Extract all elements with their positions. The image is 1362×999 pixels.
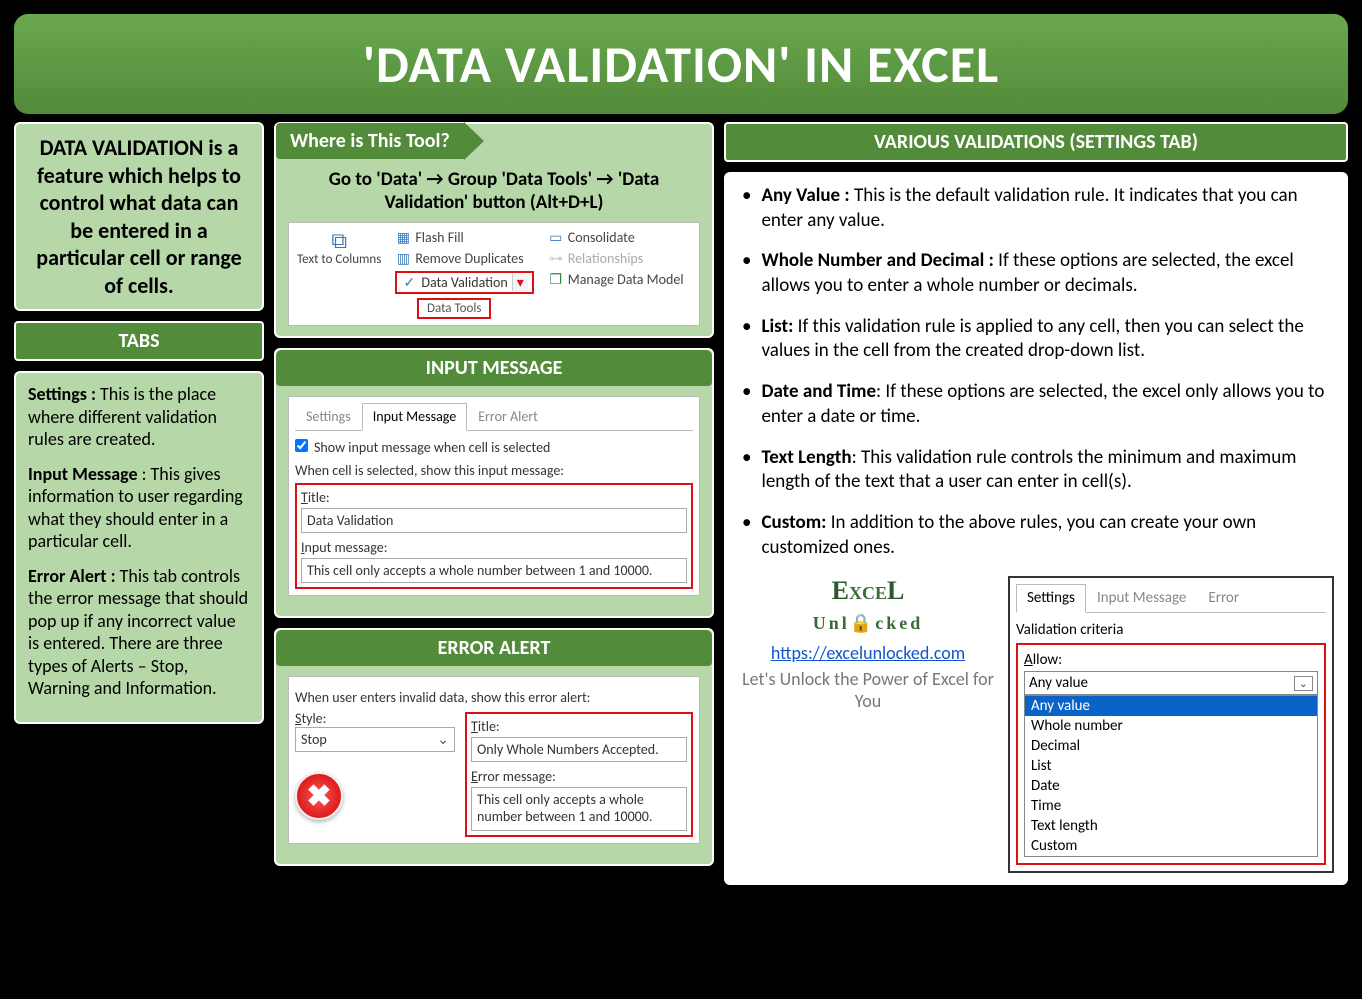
list-item: Text Length: This validation rule contro… xyxy=(742,446,1330,495)
dropdown-option[interactable]: Any value xyxy=(1025,696,1317,716)
tab-error-alert[interactable]: Error xyxy=(1197,584,1250,612)
nav-path: Go to 'Data' → Group 'Data Tools' → 'Dat… xyxy=(288,168,700,214)
input-title-label: Title: xyxy=(301,489,687,506)
input-title-field[interactable]: Data Validation xyxy=(301,508,687,533)
list-item: Any Value : This is the default validati… xyxy=(742,184,1330,233)
error-when-label: When user enters invalid data, show this… xyxy=(295,689,693,706)
dropdown-option[interactable]: Custom xyxy=(1025,836,1317,856)
brand-logo: EXCELUnl🔒cked xyxy=(738,576,998,636)
error-title-field[interactable]: Only Whole Numbers Accepted. xyxy=(471,737,687,762)
intro-box: DATA VALIDATION is a feature which helps… xyxy=(14,122,264,311)
show-input-checkbox[interactable]: Show input message when cell is selected xyxy=(295,439,693,456)
col-mid: Where is This Tool? Go to 'Data' → Group… xyxy=(274,122,714,885)
chevron-down-icon: ⌄ xyxy=(1294,676,1313,691)
allow-label: Allow: xyxy=(1024,651,1318,669)
data-validation-button[interactable]: ✓Data Validation▾ xyxy=(395,271,533,294)
error-message-field[interactable]: This cell only accepts a whole number be… xyxy=(471,787,687,831)
tabs-box: Settings : This is the place where diffe… xyxy=(14,371,264,724)
remove-duplicates-icon: ▥ xyxy=(395,250,411,267)
tab-input-message[interactable]: Input Message xyxy=(362,403,467,431)
manage-data-model-button[interactable]: ❒Manage Data Model xyxy=(548,271,684,288)
input-title-group: Title: Data Validation Input message: Th… xyxy=(295,483,693,589)
page-title: 'DATA VALIDATION' IN EXCEL xyxy=(14,32,1348,96)
where-heading-label: Where is This Tool? xyxy=(276,123,464,159)
text-to-columns-icon: ⧉ xyxy=(297,229,381,253)
various-heading: VARIOUS VALIDATIONS (SETTINGS TAB) xyxy=(724,122,1348,162)
dropdown-option[interactable]: Decimal xyxy=(1025,736,1317,756)
text-to-columns-button[interactable]: ⧉ Text to Columns xyxy=(297,229,381,267)
allow-select[interactable]: Any value⌄ xyxy=(1024,671,1318,695)
list-item: Whole Number and Decimal : If these opti… xyxy=(742,249,1330,298)
error-title-group: Title: Only Whole Numbers Accepted. Erro… xyxy=(465,712,693,837)
col-left: DATA VALIDATION is a feature which helps… xyxy=(14,122,264,885)
ribbon-group-label: Data Tools xyxy=(417,298,491,319)
where-heading: Where is This Tool? xyxy=(276,122,700,160)
error-alert-box: ERROR ALERT When user enters invalid dat… xyxy=(274,628,714,866)
list-item: List: If this validation rule is applied… xyxy=(742,315,1330,364)
stop-icon: ✖ xyxy=(295,772,343,820)
tab-settings[interactable]: Settings xyxy=(295,403,362,430)
tabs-input: Input Message : This gives information t… xyxy=(28,463,250,553)
show-input-checkbox-input[interactable] xyxy=(295,439,308,452)
flash-fill-icon: ▦ xyxy=(395,229,411,246)
brand-row: EXCELUnl🔒cked https://excelunlocked.com … xyxy=(738,576,1334,873)
error-message-label: Error message: xyxy=(471,768,687,785)
input-message-label: Input message: xyxy=(301,539,687,556)
brand-link[interactable]: https://excelunlocked.com xyxy=(738,642,998,664)
tab-error-alert[interactable]: Error Alert xyxy=(467,403,549,430)
show-input-checkbox-label: Show input message when cell is selected xyxy=(314,439,550,456)
flash-fill-button[interactable]: ▦Flash Fill xyxy=(395,229,533,246)
input-message-field[interactable]: This cell only accepts a whole number be… xyxy=(301,558,687,583)
settings-popup: Settings Input Message Error Validation … xyxy=(1008,576,1334,873)
main-grid: DATA VALIDATION is a feature which helps… xyxy=(8,122,1354,885)
manage-data-model-icon: ❒ xyxy=(548,271,564,288)
various-list: Any Value : This is the default validati… xyxy=(738,184,1334,560)
list-item: Date and Time: If these options are sele… xyxy=(742,380,1330,429)
data-validation-icon: ✓ xyxy=(401,274,417,291)
brand-block: EXCELUnl🔒cked https://excelunlocked.com … xyxy=(738,576,998,712)
input-message-dialog: Settings Input Message Error Alert Show … xyxy=(288,396,700,596)
style-label: Style: xyxy=(295,710,455,727)
relationships-icon: ⊶ xyxy=(548,250,564,267)
chevron-down-icon: ⌄ xyxy=(437,731,449,748)
error-alert-heading: ERROR ALERT xyxy=(276,630,712,666)
tab-input-message[interactable]: Input Message xyxy=(1086,584,1197,612)
intro-text: DATA VALIDATION is a feature which helps… xyxy=(28,134,250,299)
text-to-columns-label: Text to Columns xyxy=(297,253,381,267)
dropdown-option[interactable]: Text length xyxy=(1025,816,1317,836)
input-message-heading: INPUT MESSAGE xyxy=(276,350,712,386)
dropdown-option[interactable]: Time xyxy=(1025,796,1317,816)
page-header: 'DATA VALIDATION' IN EXCEL xyxy=(14,14,1348,114)
dropdown-option[interactable]: Whole number xyxy=(1025,716,1317,736)
error-title-label: Title: xyxy=(471,718,687,735)
brand-tagline: Let's Unlock the Power of Excel for You xyxy=(738,668,998,712)
tabs-settings: Settings : This is the place where diffe… xyxy=(28,383,250,451)
dropdown-option[interactable]: List xyxy=(1025,756,1317,776)
where-box: Where is This Tool? Go to 'Data' → Group… xyxy=(274,122,714,338)
error-alert-dialog: When user enters invalid data, show this… xyxy=(288,676,700,844)
relationships-button: ⊶Relationships xyxy=(548,250,684,267)
tabs-error: Error Alert : This tab controls the erro… xyxy=(28,565,250,700)
validation-criteria-label: Validation criteria xyxy=(1016,621,1326,639)
dropdown-option[interactable]: Date xyxy=(1025,776,1317,796)
list-item: Custom: In addition to the above rules, … xyxy=(742,511,1330,560)
allow-group: Allow: Any value⌄ Any value Whole number… xyxy=(1016,643,1326,865)
tab-settings[interactable]: Settings xyxy=(1016,584,1086,613)
remove-duplicates-button[interactable]: ▥Remove Duplicates xyxy=(395,250,533,267)
when-label: When cell is selected, show this input m… xyxy=(295,462,693,479)
allow-dropdown: Any value Whole number Decimal List Date… xyxy=(1024,695,1318,857)
arrow-icon xyxy=(464,122,484,160)
style-select[interactable]: Stop⌄ xyxy=(295,727,455,752)
chevron-down-icon[interactable]: ▾ xyxy=(512,274,528,291)
consolidate-button[interactable]: ▭Consolidate xyxy=(548,229,684,246)
consolidate-icon: ▭ xyxy=(548,229,564,246)
ribbon-screenshot: ⧉ Text to Columns ▦Flash Fill ▥Remove Du… xyxy=(288,222,700,326)
various-box: Any Value : This is the default validati… xyxy=(724,172,1348,885)
dialog-tabs: Settings Input Message Error Alert xyxy=(295,403,693,431)
tabs-heading: TABS xyxy=(14,321,264,361)
input-message-box: INPUT MESSAGE Settings Input Message Err… xyxy=(274,348,714,618)
col-right: VARIOUS VALIDATIONS (SETTINGS TAB) Any V… xyxy=(724,122,1348,885)
